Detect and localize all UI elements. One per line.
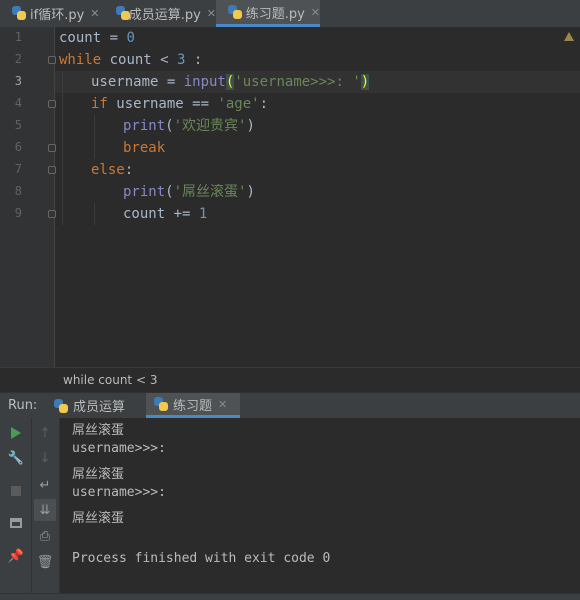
fold-marker-icon[interactable] [48,210,56,218]
run-tab-exercise[interactable]: 练习题 ✕ [146,393,240,418]
tab-label: 成员运算.py [128,7,201,23]
run-label: Run: [8,398,38,413]
close-icon[interactable]: ✕ [90,7,99,20]
tab-label: if循环.py [30,7,85,23]
code-line-3: username = input('username>>>: ') [91,74,370,90]
fold-marker-icon[interactable] [48,144,56,152]
python-file-icon [228,5,242,19]
code-line-5: print('欢迎贵宾') [123,118,255,134]
play-icon[interactable] [5,422,27,444]
python-file-icon [12,6,26,20]
line-number: 2 [14,52,22,66]
soft-wrap-icon[interactable]: ↵ [34,474,56,496]
console-line: 屌丝滚蛋 [72,423,125,438]
line-number: 3 [14,74,22,88]
line-number: 5 [14,118,22,132]
print-icon[interactable]: ⎙ [34,525,56,547]
stop-icon[interactable] [5,480,27,502]
fold-marker-icon[interactable] [48,56,56,64]
scroll-to-end-icon[interactable]: ⇊ [34,499,56,521]
indent-guide [62,71,63,225]
fold-marker-icon[interactable] [48,166,56,174]
line-number: 1 [14,30,22,44]
run-toolbar-secondary: ↑ ↓ ↵ ⇊ ⎙ 🗑 [32,418,60,599]
run-tool-window-header: Run: 成员运算 练习题 ✕ [0,392,580,419]
tab-label: 练习题.py [245,6,305,22]
close-icon[interactable]: ✕ [311,6,320,19]
run-tab-label: 成员运算 [73,400,126,415]
console-line: username>>>: [72,441,166,456]
breadcrumb[interactable]: while count < 3 [0,367,580,392]
console-line: 屌丝滚蛋 [72,511,125,526]
line-number: 4 [14,96,22,110]
code-line-9: count += 1 [123,206,208,222]
tab-if-loop[interactable]: if循环.py ✕ [0,0,104,26]
breadcrumb-item[interactable]: while count < 3 [63,373,157,387]
run-tab-member-ops[interactable]: 成员运算 [46,393,146,418]
layout-icon[interactable] [5,512,27,534]
console-line: username>>>: [72,485,166,500]
code-line-8: print('屌丝滚蛋') [123,184,255,200]
line-number: 9 [14,206,22,220]
fold-marker-icon[interactable] [48,100,56,108]
code-line-6: break [123,140,166,156]
line-number: 8 [14,184,22,198]
pin-icon[interactable]: 📌 [5,545,27,567]
line-number: 6 [14,140,22,154]
close-icon[interactable]: ✕ [218,398,227,411]
run-tab-label: 练习题 [173,398,213,414]
run-toolbar-primary: 🔧 📌 [0,418,32,599]
code-editor[interactable]: 1 2 3 4 5 6 7 8 9 count = 0 while count … [0,27,580,367]
python-run-icon [54,398,68,413]
line-number: 7 [14,162,22,176]
warning-icon[interactable] [564,32,574,41]
close-icon[interactable]: ✕ [207,7,216,20]
arrow-down-icon[interactable]: ↓ [34,447,56,469]
editor-tab-bar: if循环.py ✕ 成员运算.py ✕ 练习题.py ✕ [0,0,580,28]
code-line-7: else: [91,162,134,178]
line-number-gutter[interactable]: 1 2 3 4 5 6 7 8 9 [0,27,56,367]
arrow-up-icon[interactable]: ↑ [34,422,56,444]
python-file-icon [116,6,130,20]
python-run-icon [154,397,168,411]
trash-icon[interactable]: 🗑 [34,551,56,573]
console-line: 屌丝滚蛋 [72,467,125,482]
indent-guide [94,203,95,225]
console-exit-message: Process finished with exit code 0 [72,551,331,566]
code-line-1: count = 0 [59,30,135,46]
tab-exercise[interactable]: 练习题.py ✕ [216,0,320,27]
run-console-output[interactable]: 屌丝滚蛋 username>>>: 屌丝滚蛋 username>>>: 屌丝滚蛋… [60,418,580,599]
indent-guide [94,115,95,159]
tab-member-ops[interactable]: 成员运算.py ✕ [104,0,216,26]
wrench-icon[interactable]: 🔧 [5,447,27,469]
code-line-2: while count < 3 : [59,52,203,68]
code-line-4: if username == 'age': [91,96,269,112]
